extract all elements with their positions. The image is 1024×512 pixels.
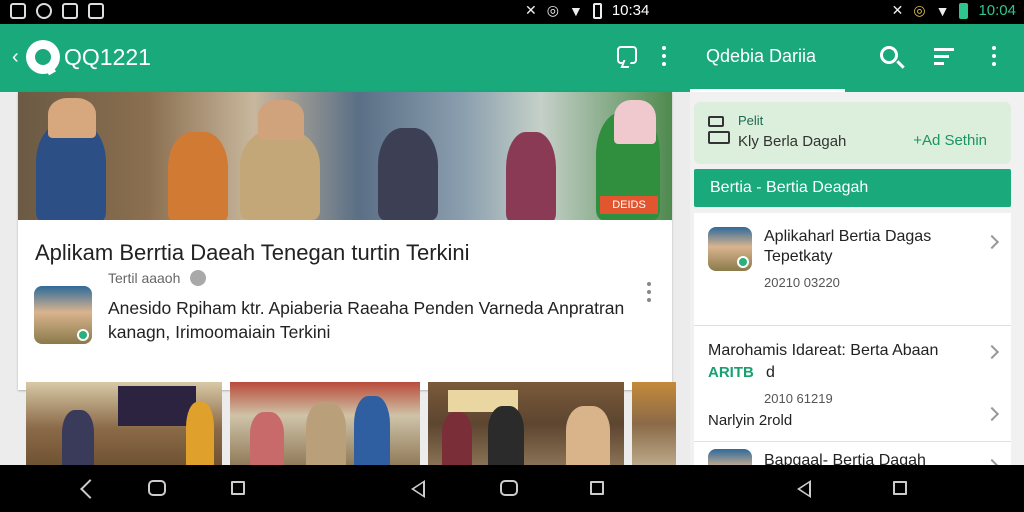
divider xyxy=(694,441,1011,442)
wifi-icon: ▼ xyxy=(935,2,950,19)
article-source: Tertil aaaoh xyxy=(108,270,181,286)
verified-badge-icon xyxy=(77,329,89,341)
nav-back-icon[interactable] xyxy=(797,480,811,498)
list-item-title: Bapgaal- Bertia Dagah Terinacay xyxy=(764,452,926,465)
nav-home-icon[interactable] xyxy=(148,480,166,496)
gallery-icon xyxy=(62,3,78,19)
app-bar: Qdebia Dariia xyxy=(690,24,1024,92)
right-app-pane: Qdebia Dariia Pelit Kly Berla Dagah +Ad … xyxy=(690,24,1024,465)
app-title[interactable]: Qdebia Dariia xyxy=(706,46,816,67)
list-item-date: 20210 03220 xyxy=(764,275,840,290)
image-icon xyxy=(10,3,26,19)
news-list: Aplikaharl Bertia Dagas Tepetkaty 20210 … xyxy=(694,213,1011,465)
list-item-title: Marohamis Idareat: Berta Abaan xyxy=(708,342,939,359)
alarm-icon: ◎ xyxy=(913,2,926,18)
left-app-pane: ‹ QQ1221 DEIDS Aplikam Berrtia Daeah Ten… xyxy=(0,24,690,465)
nav-recents-icon[interactable] xyxy=(893,481,907,495)
list-item[interactable]: Aplikaharl Bertia Dagas Tepetkaty 20210 … xyxy=(694,213,1011,323)
globe-icon xyxy=(190,270,207,286)
author-avatar xyxy=(34,286,92,344)
notification-action-button[interactable]: +Ad Sethin xyxy=(913,132,987,149)
thumbnail-strip xyxy=(26,382,676,465)
news-thumbnail[interactable] xyxy=(428,382,624,465)
tab-indicator xyxy=(690,89,845,92)
overflow-menu-icon[interactable] xyxy=(662,46,666,66)
nav-back-icon[interactable] xyxy=(80,479,96,497)
card-overflow-icon[interactable] xyxy=(647,282,651,302)
list-item-tag-suffix: d xyxy=(766,364,775,381)
chevron-right-icon xyxy=(984,406,1000,422)
featured-news-card[interactable]: DEIDS Aplikam Berrtia Daeah Tenegan turt… xyxy=(18,92,672,390)
article-summary: Anesido Rpiham ktr. Apiaberia Raeaha Pen… xyxy=(108,298,625,342)
verified-badge-icon xyxy=(737,256,749,268)
clock: 10:04 xyxy=(978,2,1016,19)
overflow-menu-icon[interactable] xyxy=(992,46,996,66)
list-item-tag: ARITB xyxy=(708,364,754,381)
app-logo-icon xyxy=(26,40,60,74)
article-meta: Tertil aaaoh xyxy=(108,270,207,286)
nav-back-icon[interactable] xyxy=(411,480,425,498)
photo-badge: DEIDS xyxy=(600,196,658,214)
notification-card[interactable]: Pelit Kly Berla Dagah +Ad Sethin xyxy=(694,102,1011,164)
list-item-title: Aplikaharl Bertia Dagas Tepetkaty xyxy=(764,228,932,265)
nav-home-icon[interactable] xyxy=(500,480,518,496)
alarm-icon: ◎ xyxy=(546,2,559,18)
news-thumbnail[interactable] xyxy=(632,382,676,465)
filter-icon[interactable] xyxy=(934,48,954,69)
back-arrow-icon[interactable]: ‹ xyxy=(12,46,19,69)
nfc-icon: ✕ xyxy=(525,2,537,18)
navigation-bar xyxy=(0,465,1024,512)
inbox-icon xyxy=(708,116,730,146)
notification-label: Pelit xyxy=(738,113,764,128)
notification-text: Kly Berla Dagah xyxy=(738,133,847,150)
list-item[interactable]: Narlyin 2rold xyxy=(694,406,1011,439)
app-title: QQ1221 xyxy=(64,44,151,70)
picture-icon xyxy=(88,3,104,19)
chevron-right-icon xyxy=(984,234,1000,250)
list-item[interactable]: Bapgaal- Bertia Dagah Terinacay xyxy=(694,445,1011,465)
list-item-date: 2010 61219 xyxy=(764,391,833,406)
battery-icon xyxy=(592,2,602,19)
app-bar: ‹ QQ1221 xyxy=(0,24,690,92)
search-icon[interactable] xyxy=(880,46,898,64)
item-thumbnail xyxy=(708,227,752,271)
chevron-right-icon xyxy=(984,344,1000,360)
divider xyxy=(694,325,1011,326)
nav-recents-icon[interactable] xyxy=(590,481,604,495)
status-bar: ✕ ◎ ▼ 10:34 ✕ ◎ ▼ 10:04 xyxy=(0,0,1024,24)
item-thumbnail xyxy=(708,449,752,465)
section-header: Bertia - Bertia Deagah xyxy=(694,169,1011,207)
nfc-icon: ✕ xyxy=(891,2,904,18)
clock: 10:34 xyxy=(611,2,650,19)
nav-recents-icon[interactable] xyxy=(231,481,245,495)
battery-icon xyxy=(959,2,969,19)
hero-photo: DEIDS xyxy=(18,92,672,220)
chat-bubble-icon[interactable] xyxy=(617,46,637,64)
article-headline[interactable]: Aplikam Berrtia Daeah Tenegan turtin Ter… xyxy=(35,240,470,266)
wifi-icon: ▼ xyxy=(568,2,583,19)
list-item-title: Narlyin 2rold xyxy=(708,412,793,429)
list-item[interactable]: Marohamis Idareat: Berta Abaan ARITB d 2… xyxy=(694,331,1011,413)
settings-icon xyxy=(36,3,52,19)
news-thumbnail[interactable] xyxy=(230,382,420,465)
news-thumbnail[interactable] xyxy=(26,382,222,465)
